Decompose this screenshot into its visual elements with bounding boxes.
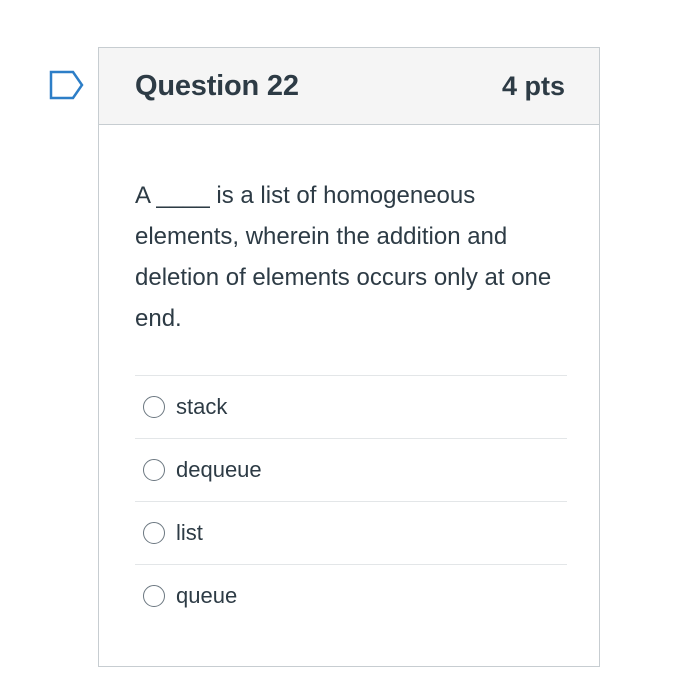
answer-option-queue[interactable]: queue (135, 564, 567, 627)
question-card: Question 22 4 pts A ____ is a list of ho… (98, 47, 600, 667)
answer-option-stack[interactable]: stack (135, 375, 567, 438)
question-text: A ____ is a list of homogeneous elements… (135, 182, 552, 332)
question-points: 4 pts (501, 70, 565, 101)
answer-option-list[interactable]: list (135, 501, 567, 564)
radio-button[interactable] (143, 522, 165, 544)
answer-label: stack (176, 394, 228, 419)
question-body: A ____ is a list of homogeneous elements… (99, 125, 599, 627)
answer-option-dequeue[interactable]: dequeue (135, 438, 567, 501)
question-header: Question 22 4 pts (99, 48, 599, 125)
answer-label: queue (176, 583, 238, 608)
answer-label: dequeue (176, 457, 262, 482)
quiz-page: Question 22 4 pts A ____ is a list of ho… (0, 0, 700, 697)
flag-icon[interactable] (49, 70, 85, 100)
question-title: Question 22 (135, 69, 299, 102)
radio-button[interactable] (143, 396, 165, 418)
radio-button[interactable] (143, 459, 165, 481)
radio-button[interactable] (143, 585, 165, 607)
answer-label: list (176, 520, 203, 545)
answer-list: stack dequeue list queue (135, 375, 567, 627)
